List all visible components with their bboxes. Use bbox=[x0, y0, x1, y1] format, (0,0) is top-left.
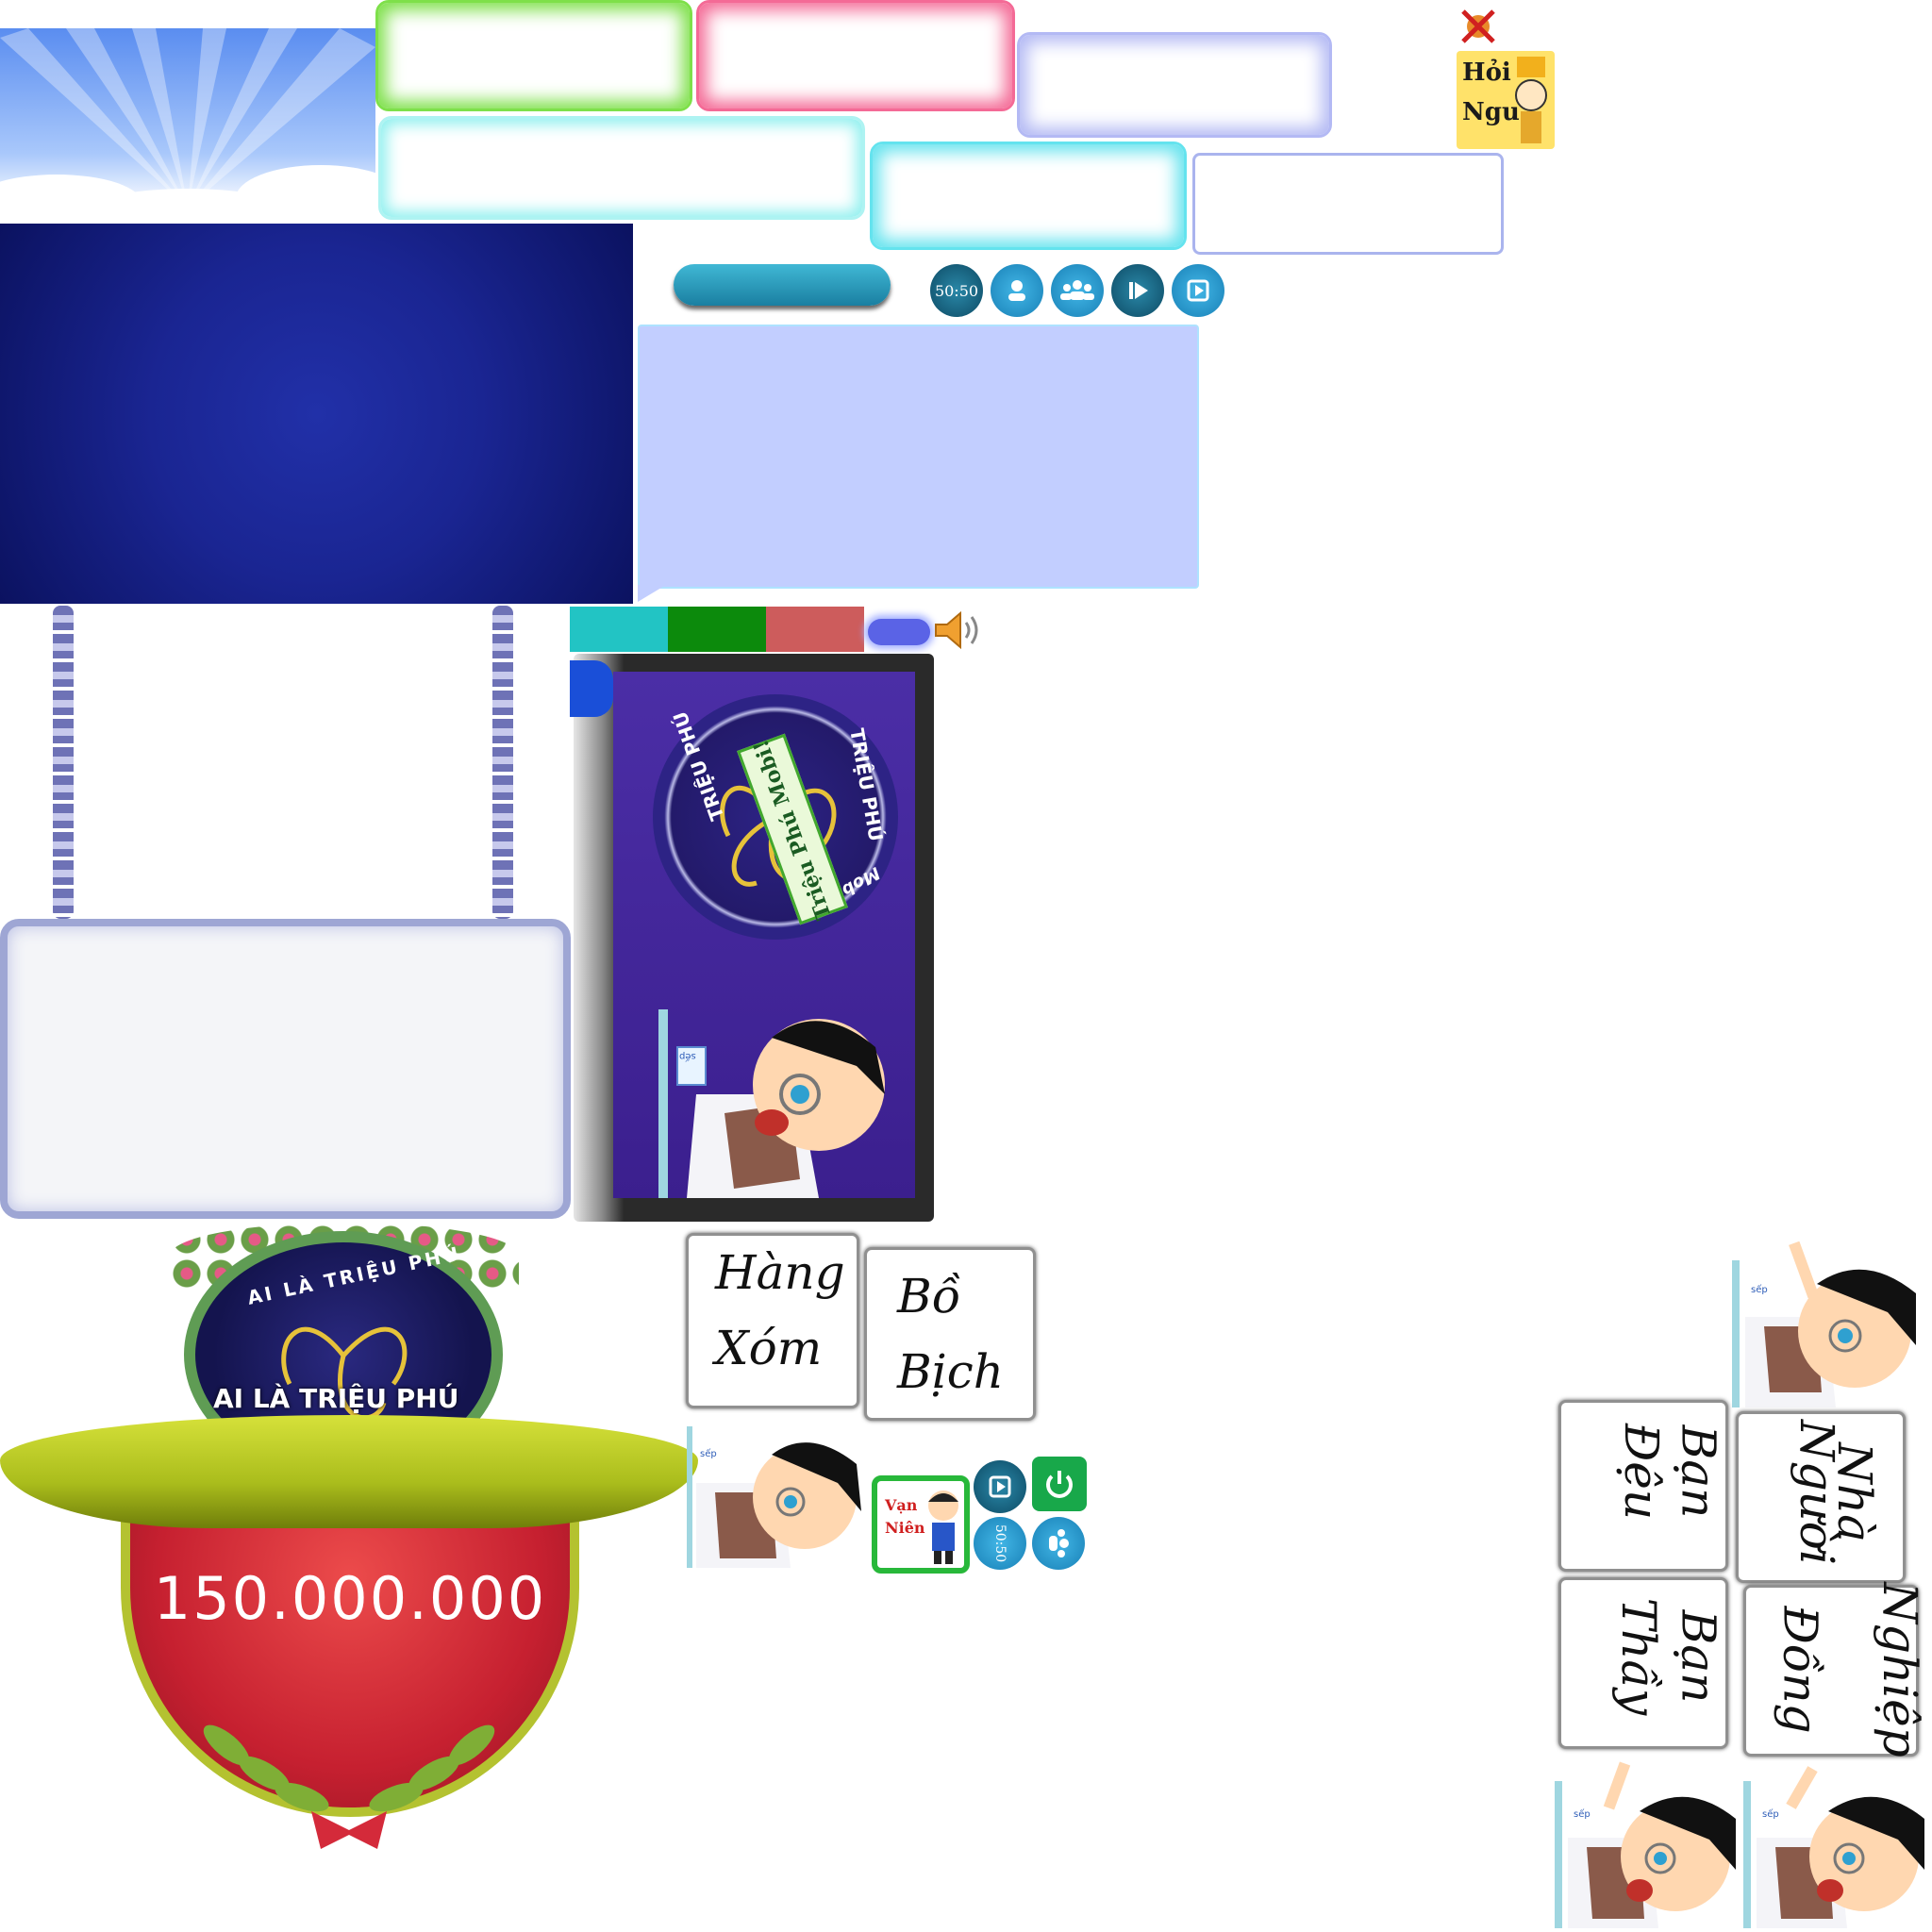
boy-icon bbox=[928, 1491, 958, 1564]
laurel-bow bbox=[170, 1698, 528, 1849]
chain-left bbox=[53, 606, 74, 919]
hoi-ngu-line1: Hỏi bbox=[1462, 58, 1511, 87]
hanging-signboard bbox=[0, 919, 571, 1219]
answer-frame-green[interactable] bbox=[375, 0, 692, 111]
card-hang-xom[interactable]: Hàng Xóm bbox=[686, 1233, 859, 1408]
card-line1: Thầy bbox=[1611, 1597, 1667, 1716]
card-line2: Nghiệp bbox=[1872, 1582, 1927, 1757]
answer-frame-plain[interactable] bbox=[1192, 153, 1504, 255]
power-button[interactable] bbox=[1032, 1457, 1087, 1511]
card-nguoi-nha[interactable]: Người Nhà bbox=[1736, 1411, 1906, 1583]
card-line1: Đồng bbox=[1773, 1606, 1828, 1734]
fifty-fifty-label: 50:50 bbox=[934, 281, 979, 300]
bottom-left-card-label: sếp bbox=[1574, 1809, 1591, 1820]
sound-icon[interactable] bbox=[934, 609, 983, 651]
card-line1: Hàng bbox=[715, 1245, 845, 1300]
swatch-green bbox=[668, 607, 766, 652]
host-character-right-top: sếp bbox=[1732, 1241, 1921, 1407]
king-icon bbox=[1515, 57, 1547, 143]
question-box bbox=[638, 325, 1199, 589]
van-nien-button[interactable]: Vạn Niên bbox=[872, 1475, 970, 1574]
answer-frame-pink[interactable] bbox=[696, 0, 1015, 111]
answer-frame-cyan[interactable] bbox=[870, 142, 1187, 250]
close-icon[interactable] bbox=[1457, 6, 1499, 47]
card-line2: Bạn bbox=[1671, 1424, 1726, 1519]
switch-icon bbox=[989, 1475, 1011, 1498]
splash-card-label: sếp bbox=[679, 1051, 696, 1061]
person-icon bbox=[1008, 280, 1025, 301]
card-line1: Bồ bbox=[897, 1269, 961, 1324]
card-dong-nghiep[interactable]: Đồng Nghiệp bbox=[1743, 1582, 1927, 1757]
card-line2: Nhà bbox=[1826, 1442, 1882, 1542]
card-deu-ban[interactable]: Đệu Bạn bbox=[1558, 1400, 1728, 1572]
ask-audience-button[interactable] bbox=[1051, 264, 1104, 317]
switch-icon bbox=[1187, 279, 1209, 302]
ask-audience-button-small[interactable] bbox=[1032, 1517, 1085, 1570]
fifty-fifty-button[interactable]: 50:50 bbox=[930, 264, 983, 317]
fifty-fifty-button-small[interactable]: 50:50 bbox=[974, 1517, 1026, 1570]
prize-amount: 150.000.000 bbox=[153, 1564, 547, 1633]
switch-question-button[interactable] bbox=[1172, 264, 1224, 317]
audience-icon bbox=[1060, 280, 1094, 300]
card-thay-ban[interactable]: Thầy Bạn bbox=[1558, 1577, 1728, 1749]
small-card-label: sếp bbox=[700, 1449, 717, 1459]
skip-icon bbox=[1129, 282, 1148, 299]
answer-frame-cyan-wide[interactable] bbox=[378, 116, 865, 220]
right-top-card-label: sếp bbox=[1751, 1285, 1768, 1295]
prize-banner-ribbon bbox=[0, 1415, 698, 1528]
host-character-bottom-left: sếp bbox=[1555, 1753, 1740, 1928]
hoi-ngu-badge[interactable]: Hỏi Ngu bbox=[1457, 51, 1555, 149]
phone-tab bbox=[570, 660, 613, 717]
switch-question-button-small[interactable] bbox=[974, 1460, 1026, 1513]
chain-right bbox=[492, 606, 513, 919]
swatch-teal bbox=[570, 607, 668, 652]
answer-frame-lavender[interactable] bbox=[1017, 32, 1332, 138]
card-line2: Bạn bbox=[1671, 1609, 1726, 1704]
timer-bar bbox=[674, 264, 891, 306]
card-line2: Bịch bbox=[897, 1344, 1004, 1399]
swatch-red bbox=[766, 607, 864, 652]
host-character-small: sếp bbox=[687, 1426, 866, 1568]
host-character-splash: sếp bbox=[658, 981, 904, 1198]
card-line2: Xóm bbox=[715, 1321, 823, 1375]
small-pill bbox=[868, 619, 930, 645]
van-nien-line1: Vạn bbox=[885, 1496, 918, 1514]
question-box-tail bbox=[638, 585, 666, 602]
host-character-bottom-right: sếp bbox=[1743, 1762, 1928, 1928]
card-bo-bich[interactable]: Bồ Bịch bbox=[864, 1247, 1036, 1421]
sky-burst-background bbox=[0, 28, 375, 208]
bottom-right-card-label: sếp bbox=[1762, 1809, 1779, 1820]
audience-icon bbox=[1049, 1529, 1069, 1557]
card-line1: Đệu bbox=[1614, 1423, 1670, 1521]
skip-button[interactable] bbox=[1111, 264, 1164, 317]
ask-friend-button[interactable] bbox=[991, 264, 1043, 317]
fifty-fifty-small-label: 50:50 bbox=[991, 1524, 1008, 1563]
question-background-panel bbox=[0, 224, 633, 604]
badge-center-text: AI LÀ TRIỆU PHÚ bbox=[213, 1383, 459, 1414]
power-icon bbox=[1046, 1471, 1073, 1498]
van-nien-line2: Niên bbox=[885, 1519, 925, 1537]
